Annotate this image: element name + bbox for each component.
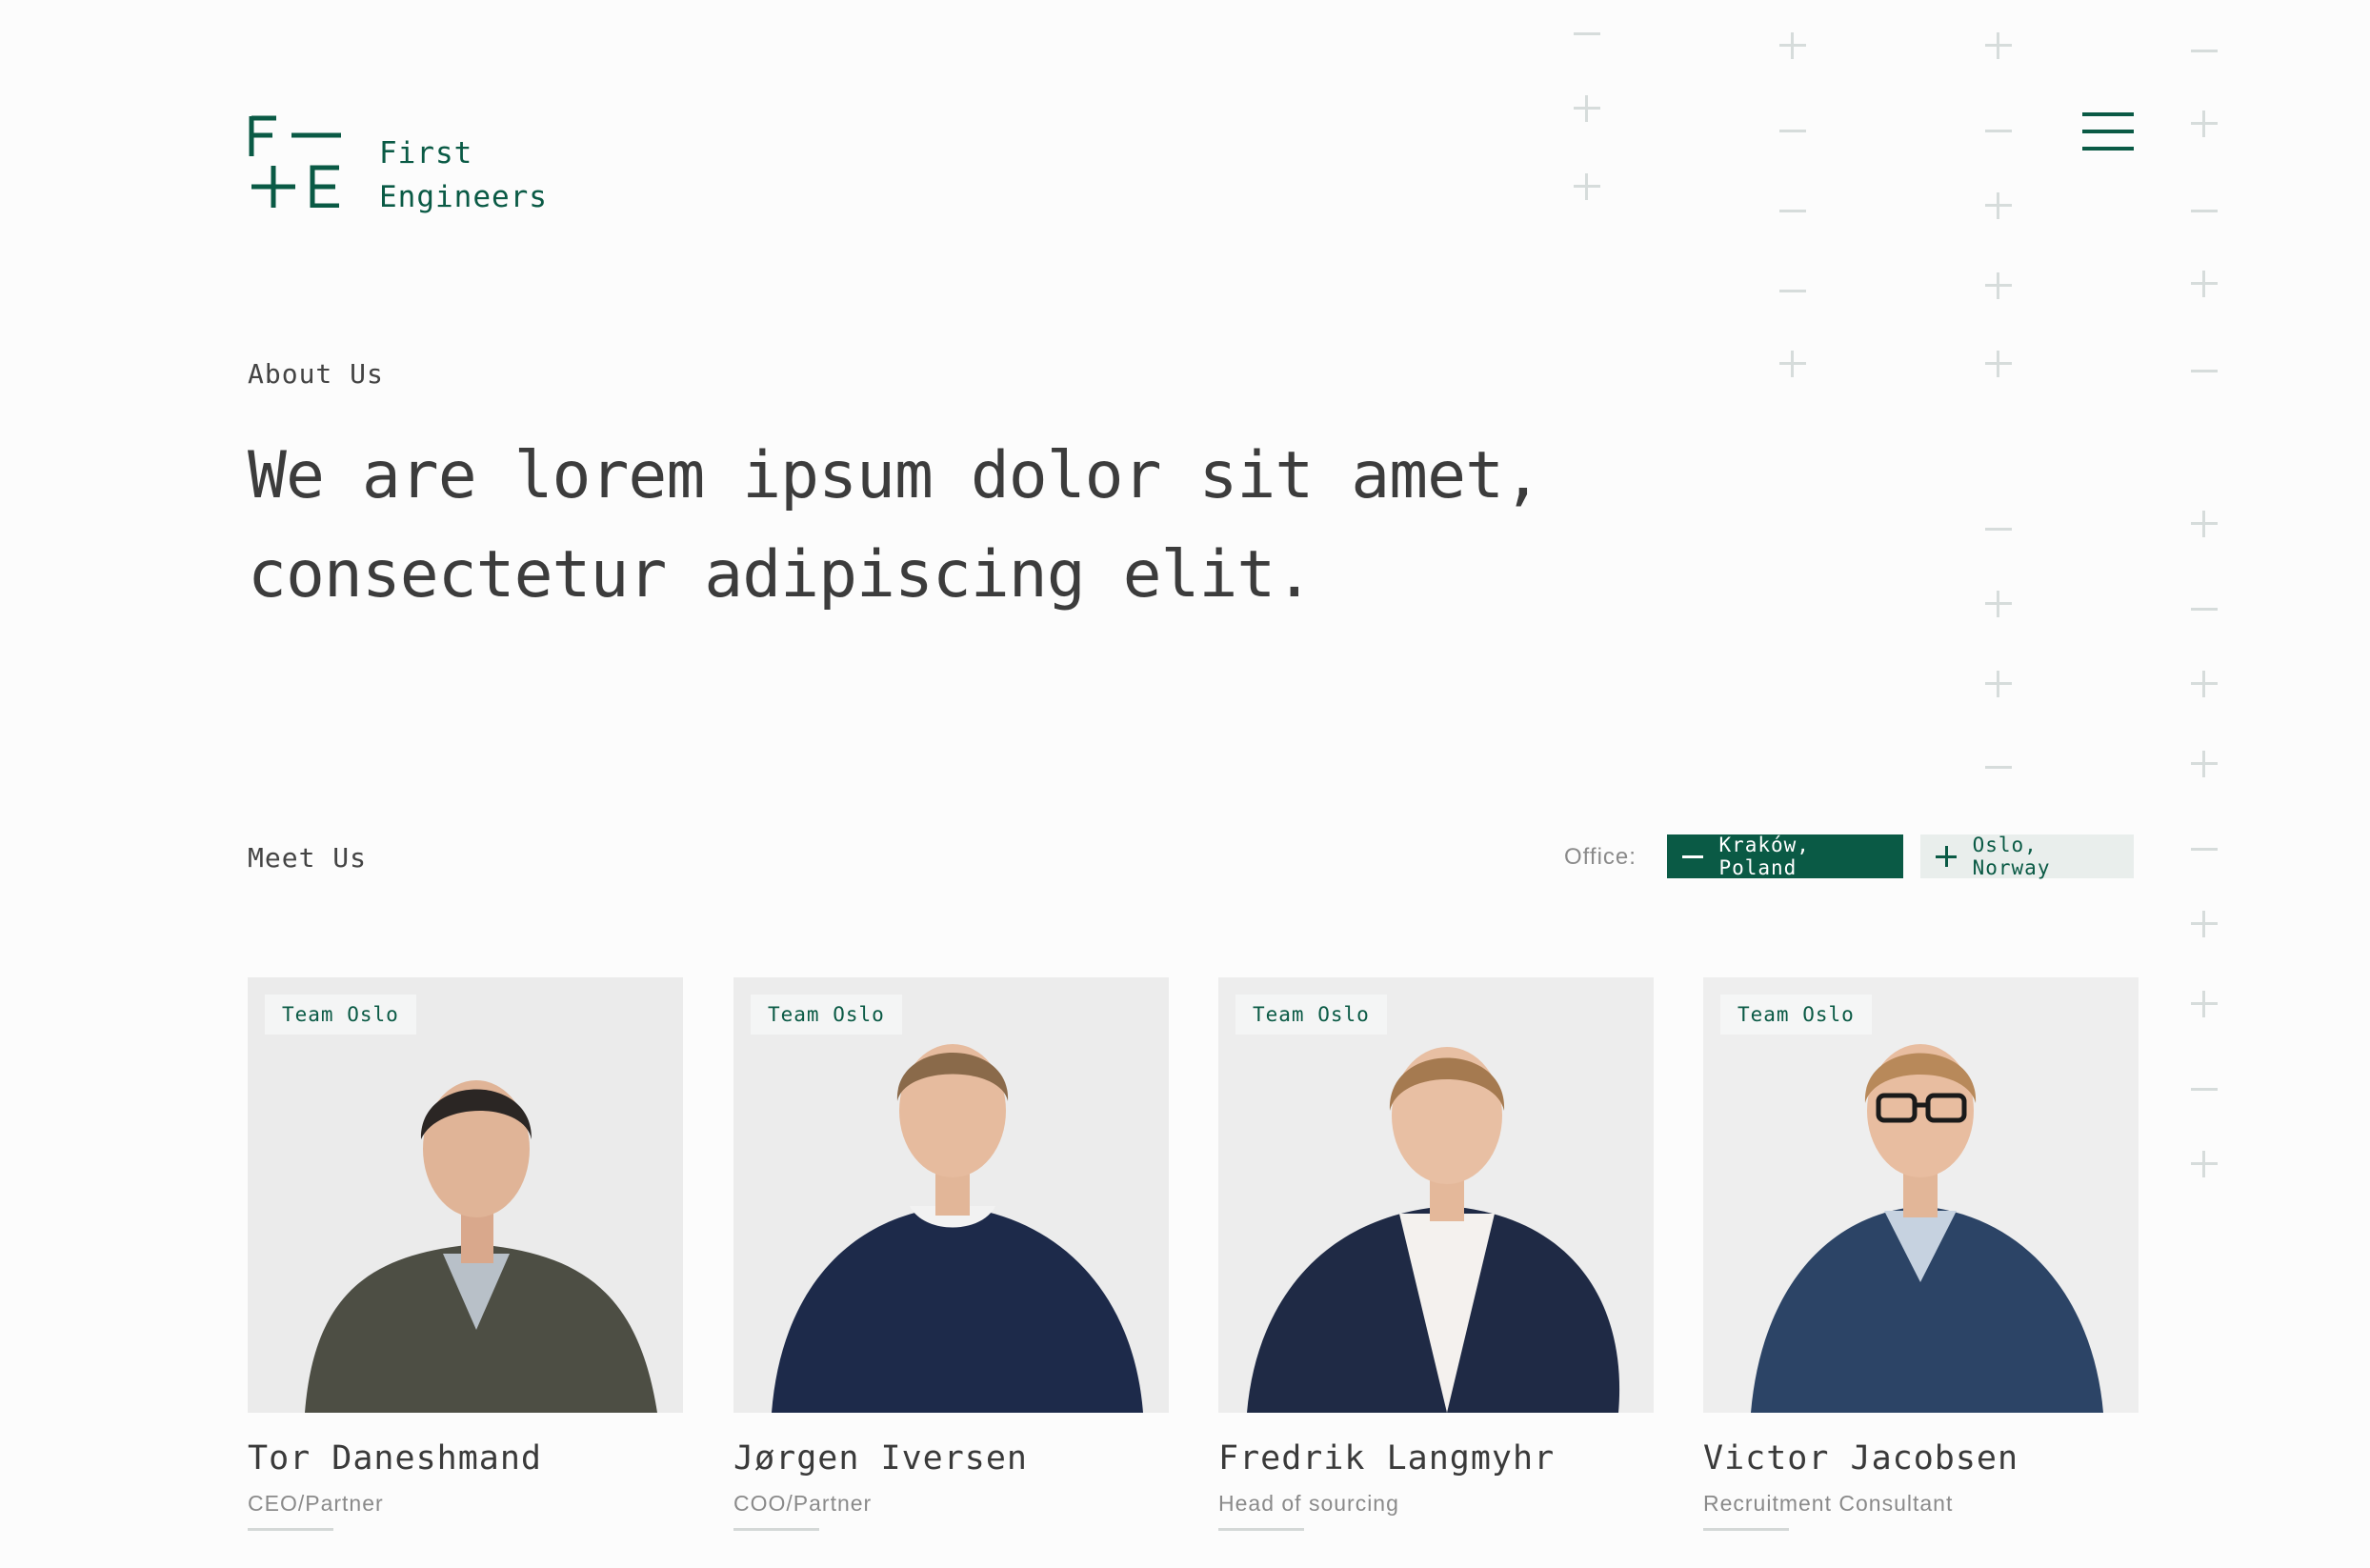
- plus-icon: [2191, 991, 2218, 1017]
- minus-icon: [1779, 278, 1806, 305]
- team-badge: Team Oslo: [751, 995, 902, 1035]
- plus-icon: [1985, 192, 2012, 219]
- about-eyebrow: About Us: [248, 358, 384, 390]
- menu-bar: [2082, 130, 2134, 133]
- plus-icon: [1985, 351, 2012, 377]
- plus-icon: [1936, 846, 1957, 867]
- menu-bar: [2082, 147, 2134, 151]
- plus-icon: [2191, 911, 2218, 937]
- brand-name-line1: First: [379, 136, 473, 171]
- underline-divider: [248, 1528, 333, 1531]
- brand-name: First Engineers: [379, 131, 548, 219]
- team-photo: Team Oslo: [248, 977, 683, 1413]
- team-member-name: Tor Daneshmand: [248, 1439, 543, 1478]
- minus-icon: [1985, 754, 2012, 781]
- team-member-role: Head of sourcing: [1218, 1491, 1399, 1516]
- portrait-image: [248, 977, 683, 1413]
- underline-divider: [1218, 1528, 1304, 1531]
- team-card[interactable]: Team Oslo Fredrik Langmyhr Head of sourc…: [1218, 977, 1654, 1531]
- team-member-role: COO/Partner: [733, 1491, 873, 1516]
- team-photo: Team Oslo: [733, 977, 1169, 1413]
- team-photo: Team Oslo: [1703, 977, 2139, 1413]
- office-filter-krakow[interactable]: Kraków, Poland: [1667, 834, 1903, 879]
- plus-icon: [1574, 95, 1600, 122]
- plus-icon: [1574, 173, 1600, 200]
- brand-logo[interactable]: First Engineers: [248, 114, 548, 219]
- team-member-role: Recruitment Consultant: [1703, 1491, 1954, 1516]
- plus-icon: [2191, 1151, 2218, 1177]
- team-card[interactable]: Team Oslo Jørgen Iversen COO/Partner: [733, 977, 1169, 1531]
- minus-icon: [1779, 198, 1806, 225]
- portrait-image: [1218, 977, 1654, 1413]
- team-card[interactable]: Team Oslo Tor Daneshmand CEO/Partner: [248, 977, 683, 1531]
- office-filter-label: Oslo, Norway: [1972, 834, 2051, 879]
- minus-icon: [2191, 198, 2218, 225]
- team-member-name: Jørgen Iversen: [733, 1439, 1029, 1478]
- plus-icon: [2191, 271, 2218, 297]
- team-badge: Team Oslo: [1235, 995, 1387, 1035]
- plus-icon: [2191, 511, 2218, 537]
- plus-icon: [2191, 671, 2218, 697]
- plus-icon: [1779, 32, 1806, 59]
- plus-icon: [1779, 351, 1806, 377]
- team-member-name: Fredrik Langmyhr: [1218, 1439, 1556, 1478]
- minus-icon: [1985, 516, 2012, 543]
- plus-icon: [2191, 751, 2218, 777]
- minus-icon: [2191, 596, 2218, 623]
- plus-icon: [1985, 591, 2012, 617]
- meet-eyebrow: Meet Us: [248, 842, 368, 874]
- underline-divider: [1703, 1528, 1789, 1531]
- minus-icon: [2191, 1076, 2218, 1103]
- plus-icon: [1985, 671, 2012, 697]
- team-badge: Team Oslo: [1720, 995, 1872, 1035]
- minus-icon: [1574, 21, 1600, 48]
- plus-icon: [1985, 32, 2012, 59]
- portrait-image: [1703, 977, 2139, 1413]
- menu-bar: [2082, 112, 2134, 116]
- minus-icon: [1985, 118, 2012, 145]
- underline-divider: [733, 1528, 819, 1531]
- minus-icon: [1779, 118, 1806, 145]
- minus-icon: [2191, 38, 2218, 65]
- minus-icon: [2191, 358, 2218, 385]
- minus-icon: [1682, 846, 1704, 867]
- plus-icon: [2191, 111, 2218, 137]
- team-badge: Team Oslo: [265, 995, 416, 1035]
- office-filter-label: Kraków, Poland: [1718, 834, 1810, 879]
- hamburger-icon[interactable]: [2082, 111, 2136, 154]
- team-member-role: CEO/Partner: [248, 1491, 384, 1516]
- page: First Engineers About Us We are lorem ip…: [0, 0, 2370, 1568]
- office-filter-oslo[interactable]: Oslo, Norway: [1920, 834, 2134, 879]
- minus-icon: [2191, 836, 2218, 863]
- team-member-name: Victor Jacobsen: [1703, 1439, 2019, 1478]
- team-card[interactable]: Team Oslo Victor Jacobsen Recruitment Co…: [1703, 977, 2139, 1531]
- portrait-image: [733, 977, 1169, 1413]
- brand-name-line2: Engineers: [379, 180, 548, 214]
- team-photo: Team Oslo: [1218, 977, 1654, 1413]
- office-label: Office:: [1564, 844, 1637, 870]
- logo-mark-icon: [249, 115, 341, 208]
- about-headline: We are lorem ipsum dolor sit amet, conse…: [248, 438, 1542, 613]
- plus-icon: [1985, 272, 2012, 299]
